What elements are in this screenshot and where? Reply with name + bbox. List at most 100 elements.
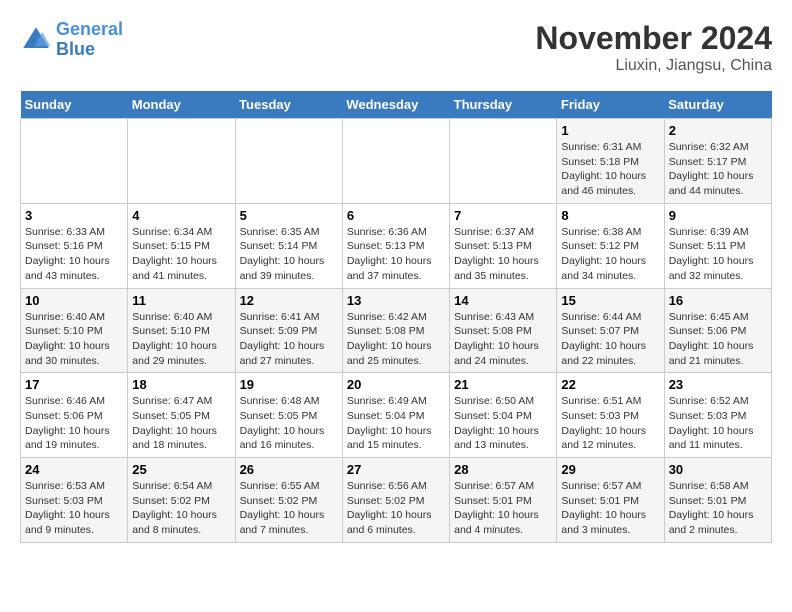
week-row-3: 10 Sunrise: 6:40 AM Sunset: 5:10 PM Dayli… <box>21 288 772 373</box>
day-number: 13 <box>347 293 445 308</box>
weekday-sunday: Sunday <box>21 91 128 119</box>
day-info: Sunrise: 6:43 AM Sunset: 5:08 PM Dayligh… <box>454 310 552 369</box>
calendar-cell: 27 Sunrise: 6:56 AM Sunset: 5:02 PM Dayli… <box>342 458 449 543</box>
day-info: Sunrise: 6:39 AM Sunset: 5:11 PM Dayligh… <box>669 225 767 284</box>
logo-text: General Blue <box>56 20 123 60</box>
calendar-cell: 13 Sunrise: 6:42 AM Sunset: 5:08 PM Dayli… <box>342 288 449 373</box>
day-info: Sunrise: 6:37 AM Sunset: 5:13 PM Dayligh… <box>454 225 552 284</box>
day-number: 1 <box>561 123 659 138</box>
day-info: Sunrise: 6:54 AM Sunset: 5:02 PM Dayligh… <box>132 479 230 538</box>
day-number: 6 <box>347 208 445 223</box>
day-number: 25 <box>132 462 230 477</box>
weekday-monday: Monday <box>128 91 235 119</box>
week-row-5: 24Sunrise: 6:53 AM Sunset: 5:03 PM Dayli… <box>21 458 772 543</box>
day-number: 18 <box>132 377 230 392</box>
weekday-friday: Friday <box>557 91 664 119</box>
calendar-cell: 3Sunrise: 6:33 AM Sunset: 5:16 PM Daylig… <box>21 203 128 288</box>
day-number: 24 <box>25 462 123 477</box>
calendar-cell <box>450 119 557 204</box>
day-info: Sunrise: 6:51 AM Sunset: 5:03 PM Dayligh… <box>561 394 659 453</box>
day-info: Sunrise: 6:42 AM Sunset: 5:08 PM Dayligh… <box>347 310 445 369</box>
day-info: Sunrise: 6:55 AM Sunset: 5:02 PM Dayligh… <box>240 479 338 538</box>
weekday-tuesday: Tuesday <box>235 91 342 119</box>
day-info: Sunrise: 6:52 AM Sunset: 5:03 PM Dayligh… <box>669 394 767 453</box>
week-row-1: 1 Sunrise: 6:31 AM Sunset: 5:18 PM Daylig… <box>21 119 772 204</box>
calendar-cell: 7 Sunrise: 6:37 AM Sunset: 5:13 PM Daylig… <box>450 203 557 288</box>
day-info: Sunrise: 6:57 AM Sunset: 5:01 PM Dayligh… <box>454 479 552 538</box>
location: Liuxin, Jiangsu, China <box>535 57 772 75</box>
calendar-cell: 11 Sunrise: 6:40 AM Sunset: 5:10 PM Dayli… <box>128 288 235 373</box>
month-title: November 2024 <box>535 20 772 57</box>
calendar-cell <box>235 119 342 204</box>
day-number: 2 <box>669 123 767 138</box>
calendar-cell: 25 Sunrise: 6:54 AM Sunset: 5:02 PM Dayli… <box>128 458 235 543</box>
calendar-cell: 26 Sunrise: 6:55 AM Sunset: 5:02 PM Dayli… <box>235 458 342 543</box>
day-number: 8 <box>561 208 659 223</box>
calendar-cell: 15 Sunrise: 6:44 AM Sunset: 5:07 PM Dayli… <box>557 288 664 373</box>
calendar-cell: 8 Sunrise: 6:38 AM Sunset: 5:12 PM Daylig… <box>557 203 664 288</box>
day-info: Sunrise: 6:56 AM Sunset: 5:02 PM Dayligh… <box>347 479 445 538</box>
calendar-cell: 2 Sunrise: 6:32 AM Sunset: 5:17 PM Daylig… <box>664 119 771 204</box>
calendar-cell: 9 Sunrise: 6:39 AM Sunset: 5:11 PM Daylig… <box>664 203 771 288</box>
calendar-cell: 16Sunrise: 6:45 AM Sunset: 5:06 PM Dayli… <box>664 288 771 373</box>
day-info: Sunrise: 6:31 AM Sunset: 5:18 PM Dayligh… <box>561 140 659 199</box>
calendar-cell: 24Sunrise: 6:53 AM Sunset: 5:03 PM Dayli… <box>21 458 128 543</box>
header: General Blue November 2024 Liuxin, Jiang… <box>20 20 772 75</box>
day-number: 14 <box>454 293 552 308</box>
day-number: 29 <box>561 462 659 477</box>
day-number: 27 <box>347 462 445 477</box>
calendar-cell: 5Sunrise: 6:35 AM Sunset: 5:14 PM Daylig… <box>235 203 342 288</box>
calendar-cell: 1 Sunrise: 6:31 AM Sunset: 5:18 PM Daylig… <box>557 119 664 204</box>
day-info: Sunrise: 6:46 AM Sunset: 5:06 PM Dayligh… <box>25 394 123 453</box>
calendar-cell: 12Sunrise: 6:41 AM Sunset: 5:09 PM Dayli… <box>235 288 342 373</box>
day-info: Sunrise: 6:47 AM Sunset: 5:05 PM Dayligh… <box>132 394 230 453</box>
calendar-cell <box>128 119 235 204</box>
day-number: 26 <box>240 462 338 477</box>
day-info: Sunrise: 6:57 AM Sunset: 5:01 PM Dayligh… <box>561 479 659 538</box>
day-number: 10 <box>25 293 123 308</box>
day-info: Sunrise: 6:34 AM Sunset: 5:15 PM Dayligh… <box>132 225 230 284</box>
day-number: 15 <box>561 293 659 308</box>
day-info: Sunrise: 6:38 AM Sunset: 5:12 PM Dayligh… <box>561 225 659 284</box>
day-number: 19 <box>240 377 338 392</box>
calendar-cell: 23 Sunrise: 6:52 AM Sunset: 5:03 PM Dayli… <box>664 373 771 458</box>
day-info: Sunrise: 6:40 AM Sunset: 5:10 PM Dayligh… <box>25 310 123 369</box>
calendar-cell: 28Sunrise: 6:57 AM Sunset: 5:01 PM Dayli… <box>450 458 557 543</box>
calendar-cell <box>21 119 128 204</box>
day-number: 30 <box>669 462 767 477</box>
weekday-saturday: Saturday <box>664 91 771 119</box>
day-info: Sunrise: 6:35 AM Sunset: 5:14 PM Dayligh… <box>240 225 338 284</box>
weekday-header-row: SundayMondayTuesdayWednesdayThursdayFrid… <box>21 91 772 119</box>
calendar-cell: 22Sunrise: 6:51 AM Sunset: 5:03 PM Dayli… <box>557 373 664 458</box>
day-number: 21 <box>454 377 552 392</box>
logo-icon <box>20 24 52 56</box>
calendar-cell: 14 Sunrise: 6:43 AM Sunset: 5:08 PM Dayli… <box>450 288 557 373</box>
calendar-cell: 4Sunrise: 6:34 AM Sunset: 5:15 PM Daylig… <box>128 203 235 288</box>
day-info: Sunrise: 6:44 AM Sunset: 5:07 PM Dayligh… <box>561 310 659 369</box>
calendar-cell: 21Sunrise: 6:50 AM Sunset: 5:04 PM Dayli… <box>450 373 557 458</box>
day-info: Sunrise: 6:36 AM Sunset: 5:13 PM Dayligh… <box>347 225 445 284</box>
day-number: 7 <box>454 208 552 223</box>
day-number: 23 <box>669 377 767 392</box>
weekday-wednesday: Wednesday <box>342 91 449 119</box>
calendar-cell: 30 Sunrise: 6:58 AM Sunset: 5:01 PM Dayli… <box>664 458 771 543</box>
calendar-cell: 10 Sunrise: 6:40 AM Sunset: 5:10 PM Dayli… <box>21 288 128 373</box>
day-info: Sunrise: 6:48 AM Sunset: 5:05 PM Dayligh… <box>240 394 338 453</box>
day-info: Sunrise: 6:58 AM Sunset: 5:01 PM Dayligh… <box>669 479 767 538</box>
calendar-cell: 19 Sunrise: 6:48 AM Sunset: 5:05 PM Dayli… <box>235 373 342 458</box>
week-row-2: 3Sunrise: 6:33 AM Sunset: 5:16 PM Daylig… <box>21 203 772 288</box>
calendar-cell <box>342 119 449 204</box>
calendar-table: SundayMondayTuesdayWednesdayThursdayFrid… <box>20 91 772 543</box>
calendar-cell: 29 Sunrise: 6:57 AM Sunset: 5:01 PM Dayli… <box>557 458 664 543</box>
calendar-cell: 6 Sunrise: 6:36 AM Sunset: 5:13 PM Daylig… <box>342 203 449 288</box>
day-number: 9 <box>669 208 767 223</box>
calendar-cell: 20 Sunrise: 6:49 AM Sunset: 5:04 PM Dayli… <box>342 373 449 458</box>
day-number: 20 <box>347 377 445 392</box>
day-info: Sunrise: 6:40 AM Sunset: 5:10 PM Dayligh… <box>132 310 230 369</box>
weekday-thursday: Thursday <box>450 91 557 119</box>
week-row-4: 17Sunrise: 6:46 AM Sunset: 5:06 PM Dayli… <box>21 373 772 458</box>
day-info: Sunrise: 6:32 AM Sunset: 5:17 PM Dayligh… <box>669 140 767 199</box>
day-number: 11 <box>132 293 230 308</box>
day-info: Sunrise: 6:49 AM Sunset: 5:04 PM Dayligh… <box>347 394 445 453</box>
calendar-cell: 17Sunrise: 6:46 AM Sunset: 5:06 PM Dayli… <box>21 373 128 458</box>
